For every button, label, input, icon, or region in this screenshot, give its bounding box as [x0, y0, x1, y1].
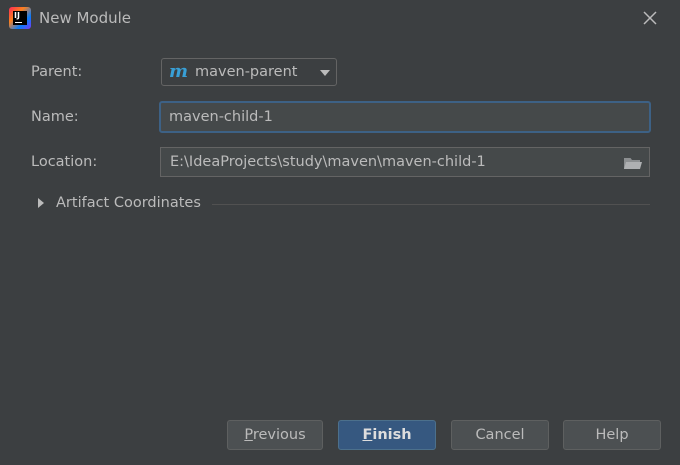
location-input[interactable]: E:\IdeaProjects\study\maven\maven-child-…	[160, 147, 650, 177]
maven-module-icon: m	[169, 61, 189, 82]
title-bar: IJ New Module	[0, 0, 680, 36]
finish-label: inish	[372, 427, 412, 443]
section-divider	[212, 204, 650, 205]
previous-label: revious	[252, 427, 306, 443]
help-button[interactable]: Help	[563, 420, 661, 450]
location-input-value: E:\IdeaProjects\study\maven\maven-child-…	[170, 154, 486, 170]
finish-mnemonic: F	[362, 427, 373, 443]
intellij-idea-icon: IJ	[9, 7, 31, 29]
parent-dropdown[interactable]: m maven-parent	[161, 58, 337, 86]
artifact-coordinates-toggle[interactable]: Artifact Coordinates	[56, 195, 201, 211]
artifact-coordinates-section: Artifact Coordinates	[0, 192, 680, 216]
previous-button[interactable]: Previous	[227, 420, 323, 450]
name-label: Name:	[31, 109, 79, 125]
close-icon[interactable]	[640, 8, 660, 28]
parent-dropdown-value: maven-parent	[195, 64, 298, 80]
window-title: New Module	[39, 9, 132, 27]
parent-label: Parent:	[31, 64, 83, 80]
cancel-button[interactable]: Cancel	[451, 420, 549, 450]
previous-mnemonic: P	[244, 427, 253, 443]
chevron-down-icon	[320, 70, 330, 76]
expand-triangle-icon[interactable]	[38, 198, 44, 208]
folder-icon[interactable]	[623, 155, 643, 171]
name-input[interactable]	[159, 101, 651, 133]
finish-button[interactable]: Finish	[338, 420, 436, 450]
location-label: Location:	[31, 154, 98, 170]
